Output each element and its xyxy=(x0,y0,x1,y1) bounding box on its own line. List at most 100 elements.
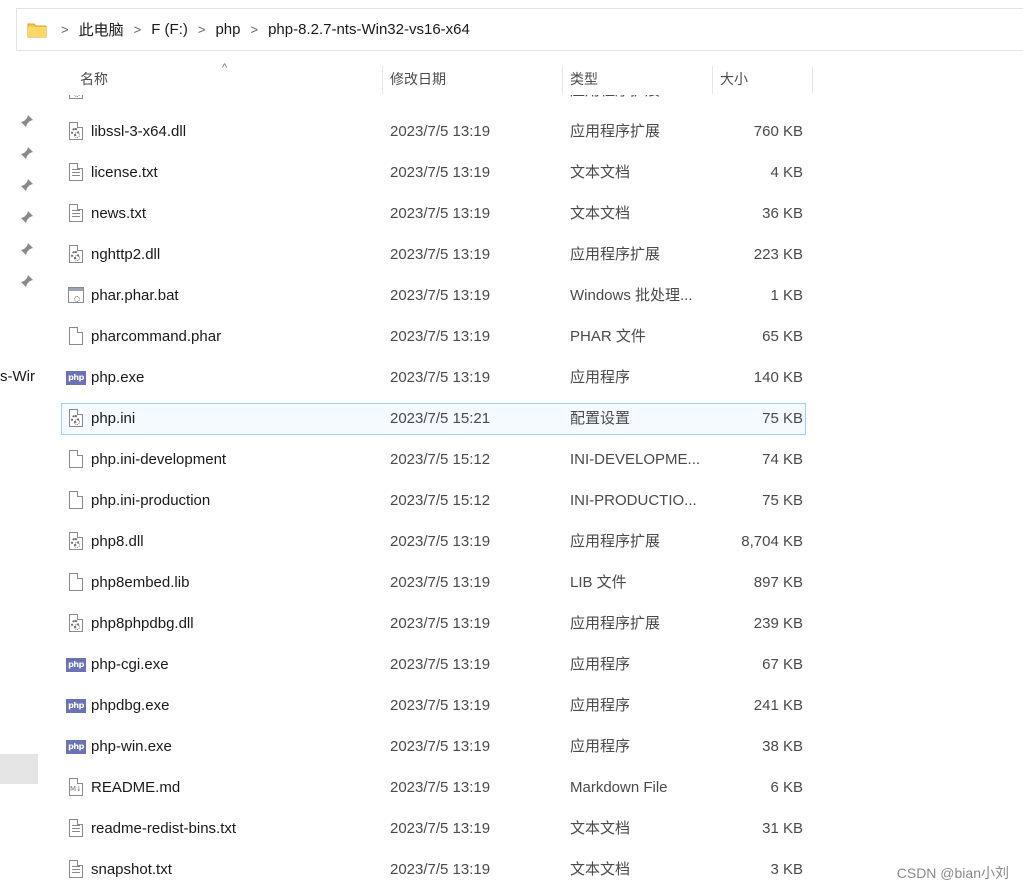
file-type: Windows 批处理... xyxy=(570,287,693,304)
navigation-pane[interactable]: s-Wir xyxy=(0,52,40,891)
column-header-type[interactable]: 类型 xyxy=(570,62,710,94)
file-size: 3 KB xyxy=(770,861,803,878)
chevron-right-icon[interactable]: > xyxy=(198,22,206,37)
file-name: snapshot.txt xyxy=(91,861,172,878)
file-type: INI-DEVELOPME... xyxy=(570,451,701,468)
breadcrumb-drive-f[interactable]: F (F:) xyxy=(151,21,188,38)
file-size: 1 KB xyxy=(770,287,803,304)
file-date: 2023/7/5 15:21 xyxy=(390,410,491,427)
file-row[interactable]: php phpdbg.exe 2023/7/5 13:19 应用程序 241 KB xyxy=(60,689,808,730)
file-size: 8,704 KB xyxy=(741,533,803,550)
file-size: 65 KB xyxy=(762,328,803,345)
file-date: 2023/7/5 13:19 xyxy=(390,820,491,837)
file-name: libssh2.dll xyxy=(91,95,381,108)
php-badge: php xyxy=(66,658,86,672)
file-row[interactable]: libssh2.dll 2023/7/5 13:19 应用程序扩展372 KB xyxy=(60,95,808,115)
file-type: 应用程序扩展 xyxy=(570,533,661,550)
file-date: 2023/7/5 15:12 xyxy=(390,492,491,509)
watermark: CSDN @bian小刘 xyxy=(896,865,1009,881)
text-file-icon xyxy=(66,162,86,184)
file-row[interactable]: php php.exe 2023/7/5 13:19 应用程序 140 KB xyxy=(60,361,808,402)
file-row[interactable]: php8embed.lib 2023/7/5 13:19 LIB 文件 897 KB xyxy=(60,566,808,607)
file-size: 239 KB xyxy=(753,615,803,632)
file-rows: libssh2.dll2023/7/5 13:19应用程序扩展372 KBlib… xyxy=(60,95,808,891)
file-row[interactable]: license.txt 2023/7/5 13:19 文本文档 4 KB xyxy=(60,156,808,197)
php-exe-icon: php xyxy=(66,654,86,676)
file-row[interactable]: phar.phar.bat 2023/7/5 13:19 Windows 批处理..… xyxy=(60,279,808,320)
batch-file-icon xyxy=(66,285,86,307)
breadcrumb-php[interactable]: php xyxy=(215,21,240,38)
markdown-file-icon: M↓ xyxy=(66,777,86,799)
file-name: php-cgi.exe xyxy=(91,656,169,673)
address-bar[interactable]: > 此电脑 > F (F:) > php > php-8.2.7-nts-Win… xyxy=(16,8,1023,51)
breadcrumb: > 此电脑 > F (F:) > php > php-8.2.7-nts-Win… xyxy=(51,19,470,40)
file-row[interactable]: php.ini 2023/7/5 15:21 配置设置 75 KB xyxy=(60,402,808,443)
file-type: 配置设置 xyxy=(570,410,631,427)
column-headers: ^ 名称 修改日期 类型 大小 xyxy=(40,62,815,94)
file-type: 文本文档 xyxy=(570,820,631,837)
file-size: 372 KB xyxy=(710,95,803,108)
folder-icon xyxy=(27,21,47,39)
text-file-icon xyxy=(66,818,86,840)
nav-item-truncated[interactable]: s-Wir xyxy=(0,368,35,385)
file-row[interactable]: php8phpdbg.dll 2023/7/5 13:19 应用程序扩展 239 KB xyxy=(60,607,808,648)
ini-file-icon xyxy=(66,408,86,430)
column-header-size[interactable]: 大小 xyxy=(720,62,810,94)
file-type: 应用程序 xyxy=(570,697,631,714)
file-row[interactable]: snapshot.txt 2023/7/5 13:19 文本文档 3 KB xyxy=(60,853,808,891)
file-date: 2023/7/5 15:12 xyxy=(390,451,491,468)
file-size: 241 KB xyxy=(753,697,803,714)
file-row[interactable]: pharcommand.phar 2023/7/5 13:19 PHAR 文件 65 … xyxy=(60,320,808,361)
file-size: 38 KB xyxy=(762,738,803,755)
file-row[interactable]: readme-redist-bins.txt 2023/7/5 13:19 文本文档… xyxy=(60,812,808,853)
file-size: 31 KB xyxy=(762,820,803,837)
file-name: news.txt xyxy=(91,205,147,222)
file-size: 75 KB xyxy=(762,492,803,509)
file-name: php.ini xyxy=(91,410,136,427)
breadcrumb-current-folder[interactable]: php-8.2.7-nts-Win32-vs16-x64 xyxy=(268,21,470,38)
file-list[interactable]: libssh2.dll2023/7/5 13:19应用程序扩展372 KBlib… xyxy=(60,95,808,891)
file-type: LIB 文件 xyxy=(570,574,627,591)
php-badge: php xyxy=(66,371,86,385)
file-type: 应用程序 xyxy=(570,738,631,755)
file-row[interactable]: libssl-3-x64.dll 2023/7/5 13:19 应用程序扩展 760 … xyxy=(60,115,808,156)
file-row[interactable]: php php-win.exe 2023/7/5 13:19 应用程序 38 KB xyxy=(60,730,808,771)
file-name: license.txt xyxy=(91,164,158,181)
column-divider[interactable] xyxy=(812,66,813,94)
column-header-date[interactable]: 修改日期 xyxy=(390,62,560,94)
file-row[interactable]: php php-cgi.exe 2023/7/5 13:19 应用程序 67 KB xyxy=(60,648,808,689)
nav-item-selected[interactable] xyxy=(0,754,38,784)
file-type: 应用程序扩展 xyxy=(570,95,710,108)
text-file-icon xyxy=(66,203,86,225)
file-size: 223 KB xyxy=(753,246,803,263)
file-type: 应用程序扩展 xyxy=(570,615,661,632)
column-divider[interactable] xyxy=(562,66,563,94)
chevron-right-icon[interactable]: > xyxy=(61,22,69,37)
file-row[interactable]: news.txt 2023/7/5 13:19 文本文档 36 KB xyxy=(60,197,808,238)
file-row[interactable]: M↓ README.md 2023/7/5 13:19 Markdown File 6 … xyxy=(60,771,808,812)
file-row[interactable]: php8.dll 2023/7/5 13:19 应用程序扩展 8,704 KB xyxy=(60,525,808,566)
file-name: phar.phar.bat xyxy=(91,287,179,304)
pin-icon xyxy=(20,210,34,224)
file-name: php8.dll xyxy=(91,533,144,550)
chevron-right-icon[interactable]: > xyxy=(134,22,142,37)
file-row[interactable]: nghttp2.dll 2023/7/5 13:19 应用程序扩展 223 KB xyxy=(60,238,808,279)
file-type: PHAR 文件 xyxy=(570,328,646,345)
file-date: 2023/7/5 13:19 xyxy=(390,205,491,222)
breadcrumb-this-pc[interactable]: 此电脑 xyxy=(79,19,124,40)
column-divider[interactable] xyxy=(382,66,383,94)
file-type: 应用程序扩展 xyxy=(570,246,661,263)
dll-icon xyxy=(66,613,86,635)
blank-file-icon xyxy=(66,490,86,512)
file-size: 74 KB xyxy=(762,451,803,468)
file-date: 2023/7/5 13:19 xyxy=(390,656,491,673)
chevron-right-icon[interactable]: > xyxy=(250,22,258,37)
file-row[interactable]: php.ini-production 2023/7/5 15:12 INI-PROD… xyxy=(60,484,808,525)
column-header-name[interactable]: 名称 xyxy=(80,62,380,94)
file-name: libssl-3-x64.dll xyxy=(91,123,187,140)
column-divider[interactable] xyxy=(712,66,713,94)
file-row[interactable]: php.ini-development 2023/7/5 15:12 INI-DEV… xyxy=(60,443,808,484)
file-name: phpdbg.exe xyxy=(91,697,170,714)
php-exe-icon: php xyxy=(66,695,86,717)
php-badge: php xyxy=(66,740,86,754)
